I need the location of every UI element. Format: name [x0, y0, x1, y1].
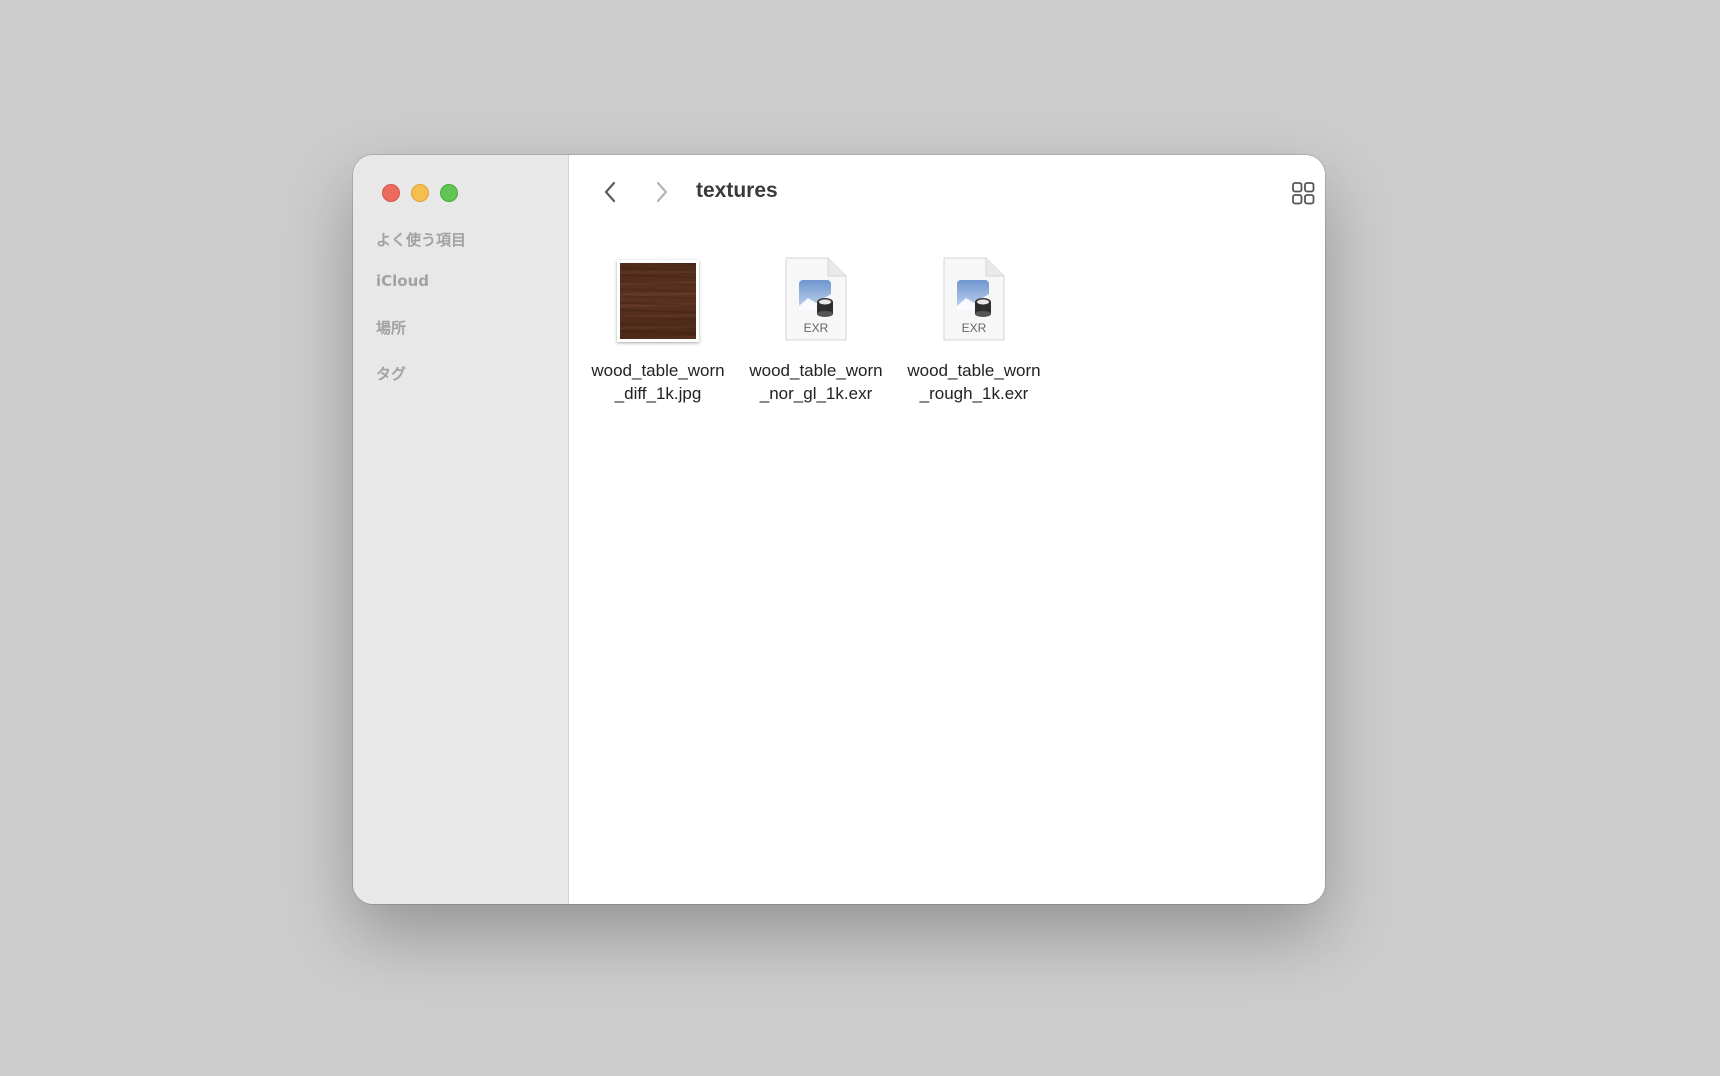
svg-text:EXR: EXR [962, 321, 987, 335]
window-title: textures [696, 179, 778, 202]
window-controls [382, 184, 458, 202]
back-button[interactable] [599, 180, 623, 204]
file-name: wood_table_worn _nor_gl_1k.exr [749, 361, 883, 403]
icon-view-icon [1292, 182, 1315, 205]
exr-document-icon: EXR [943, 257, 1005, 341]
finder-window: よく使う項目 iCloud 場所 タグ textures wood_table_… [353, 155, 1325, 904]
file-name: wood_table_worn _rough_1k.exr [907, 361, 1041, 403]
sidebar-section-icloud[interactable]: iCloud [376, 272, 429, 290]
sidebar: よく使う項目 iCloud 場所 タグ [353, 155, 569, 904]
exr-document-icon: EXR [785, 257, 847, 341]
view-mode-button[interactable] [1290, 179, 1325, 207]
file-item[interactable]: EXR wood_table_worn _nor_gl_1k.exr [741, 254, 891, 405]
file-name: wood_table_worn _diff_1k.jpg [591, 361, 725, 403]
forward-button[interactable] [649, 180, 673, 204]
file-item[interactable]: EXR wood_table_worn _rough_1k.exr [899, 254, 1049, 405]
sidebar-section-tags[interactable]: タグ [376, 363, 406, 384]
close-button[interactable] [382, 184, 400, 202]
sidebar-section-favorites[interactable]: よく使う項目 [376, 229, 466, 250]
svg-text:EXR: EXR [804, 321, 829, 335]
minimize-button[interactable] [411, 184, 429, 202]
sidebar-section-locations[interactable]: 場所 [376, 317, 406, 338]
zoom-button[interactable] [440, 184, 458, 202]
forward-icon [656, 181, 668, 203]
back-icon [604, 181, 616, 203]
content-area: textures wood_table_worn _diff_1k.jpg EX… [569, 155, 1325, 904]
file-item[interactable]: wood_table_worn _diff_1k.jpg [583, 254, 733, 405]
image-thumbnail [617, 260, 699, 342]
